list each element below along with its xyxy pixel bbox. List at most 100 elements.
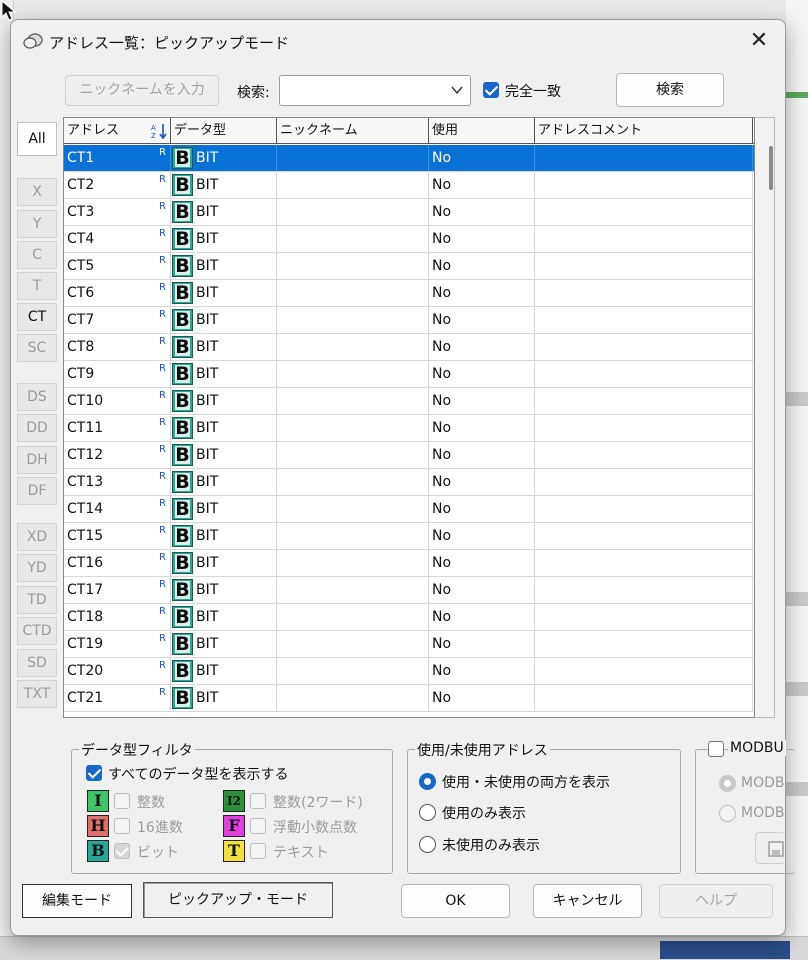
retentive-marker-icon: R [159,309,166,320]
pickup-mode-button[interactable]: ピックアップ・モード [143,882,333,918]
column-header-address-comment[interactable]: アドレスコメント [535,118,753,144]
tab-dh[interactable]: DH [17,446,57,474]
table-row[interactable]: CT2 BIT No R B [64,172,754,199]
column-header-datatype[interactable]: データ型 [171,118,277,144]
title-bar[interactable]: アドレス一覧：ピックアップモード ✕ [11,20,785,64]
table-row[interactable]: CT11 BIT No R B [64,415,754,442]
enter-nickname-button[interactable]: ニックネームを入力 [65,75,219,106]
usage-option-1-radio[interactable] [419,773,436,790]
tab-td[interactable]: TD [17,586,57,614]
bit-type-icon-letter: B [175,579,190,601]
table-row[interactable]: CT20 BIT No R B [64,658,754,685]
table-row[interactable]: CT9 BIT No R B [64,361,754,388]
modbus-option-2-radio[interactable] [719,805,736,822]
retentive-marker-icon: R [159,660,166,671]
retentive-marker-icon: R [159,147,166,158]
cell-address: CT8 [64,334,171,360]
modbus-checkbox[interactable] [708,741,724,757]
table-row[interactable]: CT13 BIT No R B [64,469,754,496]
tab-all[interactable]: All [17,122,57,156]
datatype-i-checkbox[interactable] [114,793,130,809]
help-button[interactable]: ヘルプ [659,884,773,918]
tab-df[interactable]: DF [17,477,57,505]
table-row[interactable]: CT15 BIT No R B [64,523,754,550]
cell-address-comment [535,604,753,630]
table-row[interactable]: CT6 BIT No R B [64,280,754,307]
usage-option-3-radio[interactable] [419,836,436,853]
bit-type-icon: B [172,525,193,547]
table-row[interactable]: CT16 BIT No R B [64,550,754,577]
cancel-button[interactable]: キャンセル [533,884,642,918]
table-row[interactable]: CT17 BIT No R B [64,577,754,604]
tab-c[interactable]: C [17,241,57,269]
cell-used: No [429,361,535,387]
modbus-option-1-radio[interactable] [719,775,736,792]
table-row[interactable]: CT14 BIT No R B [64,496,754,523]
svg-text:Z: Z [151,132,156,140]
tab-xd[interactable]: XD [17,523,57,551]
column-header-used[interactable]: 使用 [429,118,535,144]
search-combobox[interactable] [279,75,471,106]
cell-used: No [429,415,535,441]
ok-button[interactable]: OK [401,884,510,918]
datatype-h-checkbox[interactable] [114,818,130,834]
tab-yd[interactable]: YD [17,554,57,582]
tab-ds[interactable]: DS [17,383,57,411]
table-row[interactable]: CT7 BIT No R B [64,307,754,334]
cell-address-comment [535,496,753,522]
cell-address-comment [535,226,753,252]
datatype-t-checkbox[interactable] [250,843,266,859]
modbus-settings-button[interactable] [755,832,785,864]
bit-type-icon: B [172,687,193,709]
table-row[interactable]: CT4 BIT No R B [64,226,754,253]
datatype-f-icon: F [223,815,245,837]
tab-y[interactable]: Y [17,210,57,238]
column-header-address[interactable]: アドレス A Z [64,118,171,144]
tab-ctd[interactable]: CTD [17,617,57,645]
cell-address: CT3 [64,199,171,225]
cell-nickname [277,307,429,333]
table-row[interactable]: CT21 BIT No R B [64,685,754,712]
tab-ct[interactable]: CT [17,303,57,331]
show-all-datatypes-checkbox[interactable] [86,765,102,781]
close-icon[interactable]: ✕ [743,26,775,58]
table-row[interactable]: CT12 BIT No R B [64,442,754,469]
table-row[interactable]: CT5 BIT No R B [64,253,754,280]
search-button[interactable]: 検索 [616,73,724,107]
datatype-i2-checkbox[interactable] [250,793,266,809]
usage-option-2-radio[interactable] [419,804,436,821]
table-row[interactable]: CT8 BIT No R B [64,334,754,361]
address-table[interactable]: アドレス A Z データ型 ニックネーム 使用 アドレスコメント CT1 BIT N… [63,117,755,718]
tab-sd[interactable]: SD [17,649,57,677]
table-row[interactable]: CT3 BIT No R B [64,199,754,226]
cell-nickname [277,361,429,387]
table-row[interactable]: CT18 BIT No R B [64,604,754,631]
tab-txt[interactable]: TXT [17,680,57,708]
exact-match-checkbox[interactable] [483,82,499,98]
column-header-nickname[interactable]: ニックネーム [277,118,429,144]
edit-mode-button[interactable]: 編集モード [22,884,132,918]
tab-t[interactable]: T [17,272,57,300]
table-vertical-scrollbar[interactable] [755,117,775,718]
tab-x[interactable]: X [17,178,57,206]
cell-used: No [429,523,535,549]
usage-option-3-label: 未使用のみ表示 [442,838,540,854]
scrollbar-thumb[interactable] [769,146,773,190]
tab-sc[interactable]: SC [17,334,57,362]
mouse-cursor-icon [1,0,17,21]
retentive-marker-icon: R [159,552,166,563]
sort-az-icon[interactable]: A Z [150,122,168,140]
table-row[interactable]: CT10 BIT No R B [64,388,754,415]
table-row[interactable]: CT1 BIT No R B [64,145,754,172]
bit-type-icon: B [172,282,193,304]
datatype-f-checkbox[interactable] [250,818,266,834]
tab-dd[interactable]: DD [17,414,57,442]
cell-address-comment [535,631,753,657]
bit-type-icon-letter: B [175,471,190,493]
datatype-b-checkbox[interactable] [114,843,130,859]
cell-used: No [429,577,535,603]
retentive-marker-icon: R [159,201,166,212]
cell-nickname [277,577,429,603]
cell-used: No [429,226,535,252]
table-row[interactable]: CT19 BIT No R B [64,631,754,658]
